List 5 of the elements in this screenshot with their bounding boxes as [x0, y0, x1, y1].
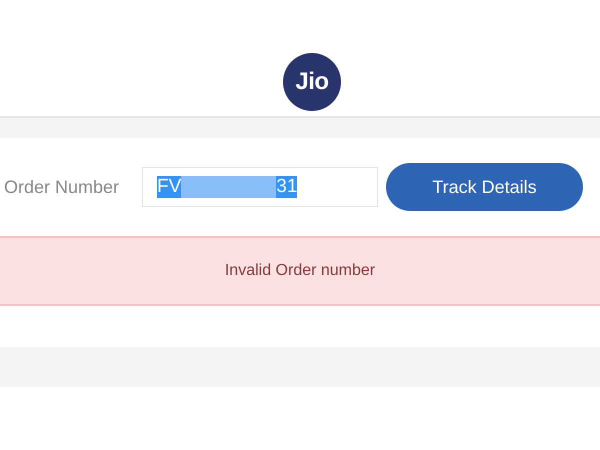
- error-alert: Invalid Order number: [0, 236, 600, 306]
- jio-logo[interactable]: Jio: [283, 53, 341, 111]
- track-details-button[interactable]: Track Details: [386, 163, 583, 211]
- order-number-field[interactable]: FV 31: [142, 167, 378, 207]
- field-label: Order Number: [4, 176, 120, 198]
